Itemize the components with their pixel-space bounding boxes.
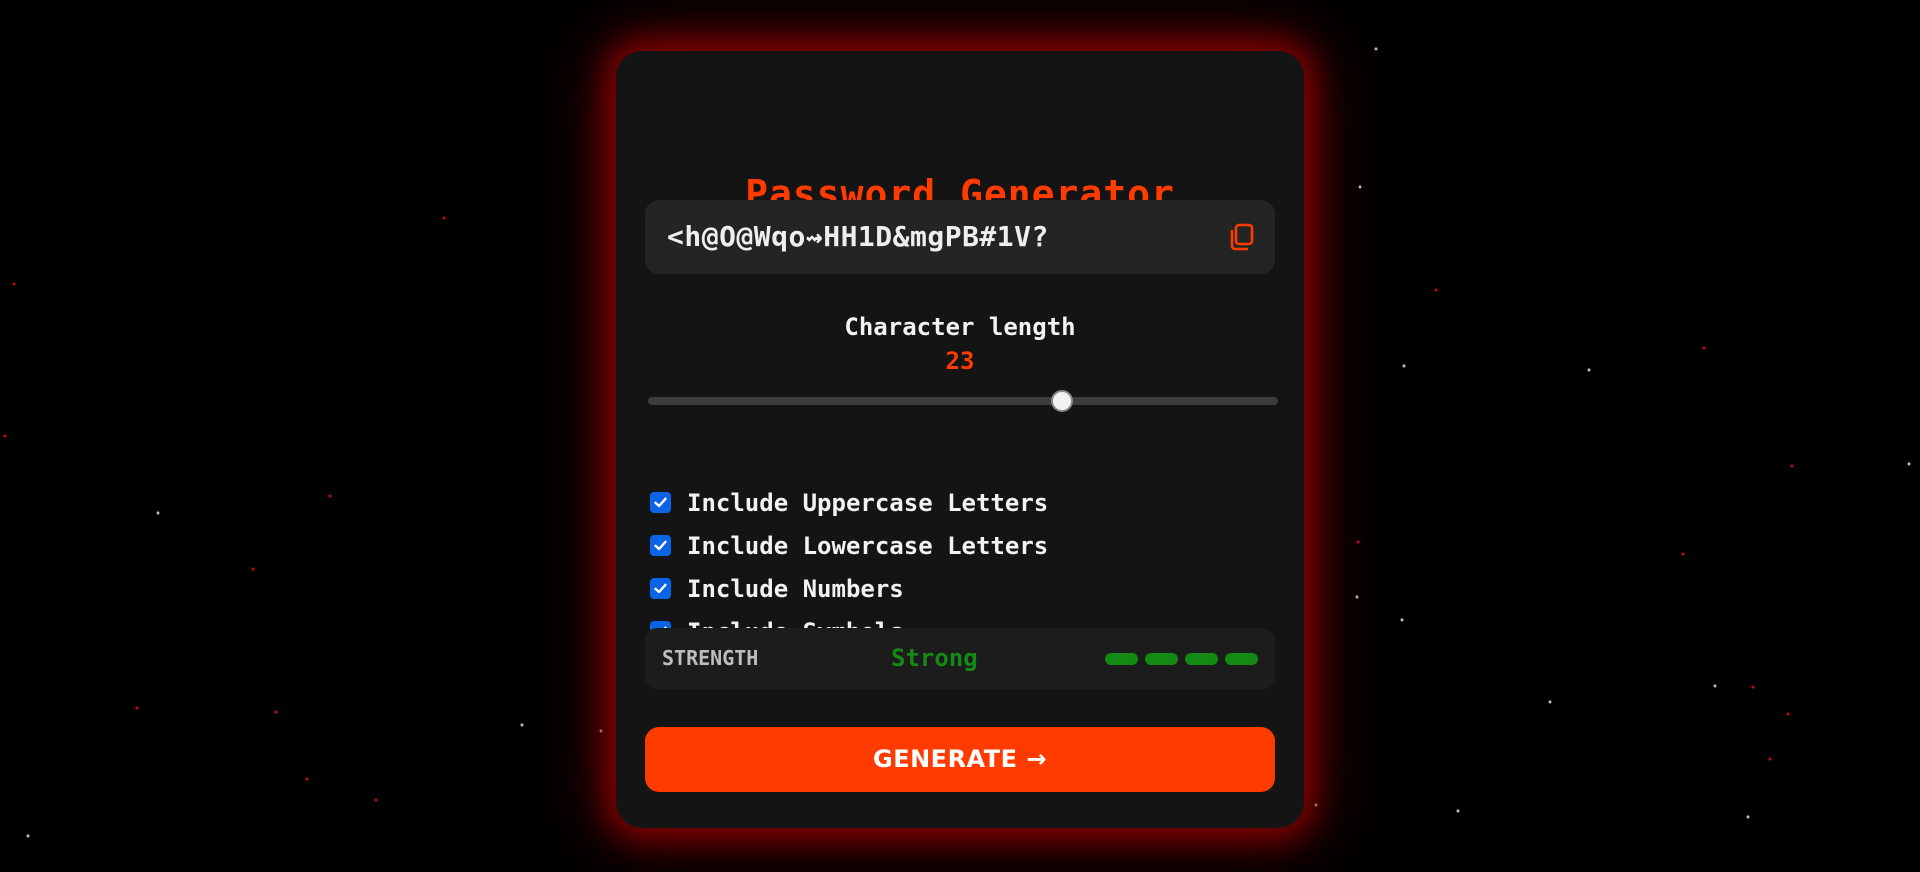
checkbox[interactable] xyxy=(650,535,671,556)
generate-button[interactable]: GENERATE → xyxy=(645,727,1275,792)
option-row[interactable]: Include Numbers xyxy=(650,567,1048,610)
option-label: Include Lowercase Letters xyxy=(687,531,1049,560)
strength-label: STRENGTH xyxy=(662,646,759,670)
option-label: Include Uppercase Letters xyxy=(687,488,1049,517)
copy-button[interactable] xyxy=(1225,221,1257,253)
checkbox[interactable] xyxy=(650,578,671,599)
strength-bar xyxy=(1225,653,1258,665)
strength-meter xyxy=(1105,653,1258,665)
check-icon xyxy=(654,497,667,508)
check-icon xyxy=(654,540,667,551)
password-display: <h@O@Wqo⇝HH1D&mgPB#1V? xyxy=(645,200,1275,274)
length-slider[interactable] xyxy=(648,390,1278,412)
strength-bar xyxy=(1145,653,1178,665)
checkbox[interactable] xyxy=(650,492,671,513)
copy-icon xyxy=(1230,223,1254,251)
strength-panel: STRENGTH Strong xyxy=(645,628,1275,689)
slider-thumb[interactable] xyxy=(1051,390,1073,412)
option-row[interactable]: Include Lowercase Letters xyxy=(650,524,1048,567)
length-value: 23 xyxy=(945,347,975,375)
strength-value: Strong xyxy=(891,644,978,672)
option-label: Include Numbers xyxy=(687,574,904,603)
length-label: Character length xyxy=(844,313,1076,341)
check-icon xyxy=(654,583,667,594)
slider-track xyxy=(648,397,1278,405)
generator-card: Password Generator <h@O@Wqo⇝HH1D&mgPB#1V… xyxy=(616,51,1304,828)
strength-bar xyxy=(1185,653,1218,665)
password-text: <h@O@Wqo⇝HH1D&mgPB#1V? xyxy=(667,220,1049,253)
strength-bar xyxy=(1105,653,1138,665)
option-row[interactable]: Include Uppercase Letters xyxy=(650,481,1048,524)
